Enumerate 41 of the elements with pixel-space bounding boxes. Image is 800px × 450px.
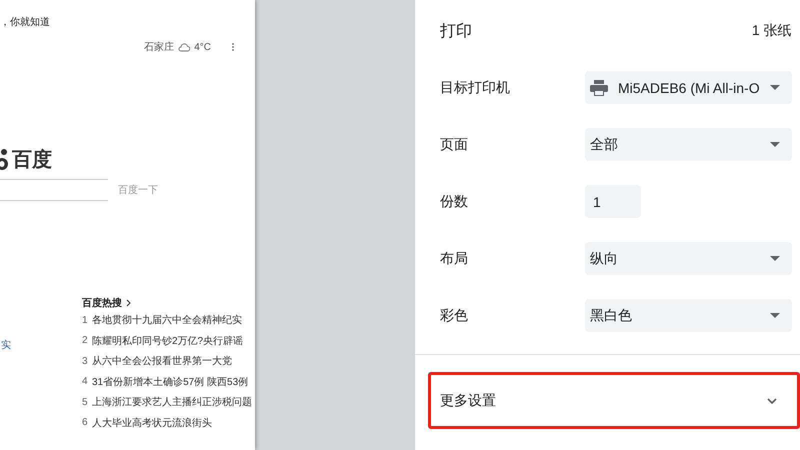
dropdown[interactable]: 全部 bbox=[585, 128, 792, 161]
caret-down-icon bbox=[770, 85, 780, 90]
hot-item-link[interactable]: 陈耀明私印同号钞2万亿?央行辟谣 bbox=[92, 334, 244, 348]
dropdown[interactable]: 黑白色 bbox=[585, 299, 792, 332]
tagline-text: ，你就知道 bbox=[0, 16, 51, 29]
setting-label: 份数 bbox=[440, 192, 469, 210]
rank-number: 4 bbox=[82, 376, 88, 388]
setting-label: 目标打印机 bbox=[440, 78, 511, 96]
rank-number: 5 bbox=[82, 396, 88, 408]
setting-label: 彩色 bbox=[440, 306, 469, 324]
setting-label: 页面 bbox=[440, 136, 469, 154]
hot-list-title[interactable]: 百度热搜 bbox=[82, 296, 122, 310]
chevron-right-icon bbox=[126, 299, 131, 307]
dropdown[interactable]: 纵向 bbox=[585, 242, 792, 275]
printer-icon bbox=[590, 80, 608, 96]
hot-item-link[interactable]: 31省份新增本土确诊57例 陕西53例 bbox=[92, 374, 248, 389]
rank-number: 1 bbox=[82, 314, 88, 326]
hot-item-link[interactable]: 人大毕业高考状元流浪街头 bbox=[92, 416, 212, 430]
more-icon bbox=[231, 42, 235, 52]
copies-input[interactable]: 1 bbox=[585, 185, 641, 218]
chevron-down-icon bbox=[766, 398, 777, 404]
rank-number: 3 bbox=[82, 356, 88, 367]
rank-number: 2 bbox=[82, 335, 88, 346]
dropdown[interactable]: Mi5ADEB6 (Mi All-in-O bbox=[585, 71, 792, 104]
logo-text: 百度 bbox=[12, 149, 52, 171]
more-settings-toggle[interactable]: 更多设置 bbox=[431, 375, 797, 426]
cut-text: 实 bbox=[1, 338, 11, 352]
hot-item-link[interactable]: 各地贯彻十九届六中全会精神纪实 bbox=[92, 313, 242, 328]
setting-label: 布局 bbox=[440, 250, 469, 268]
rank-number: 6 bbox=[82, 417, 88, 428]
hot-item-link[interactable]: 从六中全会公报看世界第一大党 bbox=[92, 354, 232, 368]
caret-down-icon bbox=[770, 313, 780, 318]
hot-item-link[interactable]: 上海浙江要求艺人主播纠正涉税问题 bbox=[92, 395, 252, 410]
panel-title: 打印 bbox=[440, 22, 472, 42]
city-text: 石家庄 bbox=[144, 40, 174, 54]
search-field[interactable] bbox=[0, 179, 108, 201]
cloud-icon bbox=[178, 42, 190, 52]
sheet-count: 1 张纸 bbox=[752, 22, 792, 40]
caret-down-icon bbox=[770, 256, 780, 261]
temperature-text: 4°C bbox=[194, 42, 211, 52]
caret-down-icon bbox=[770, 142, 780, 147]
